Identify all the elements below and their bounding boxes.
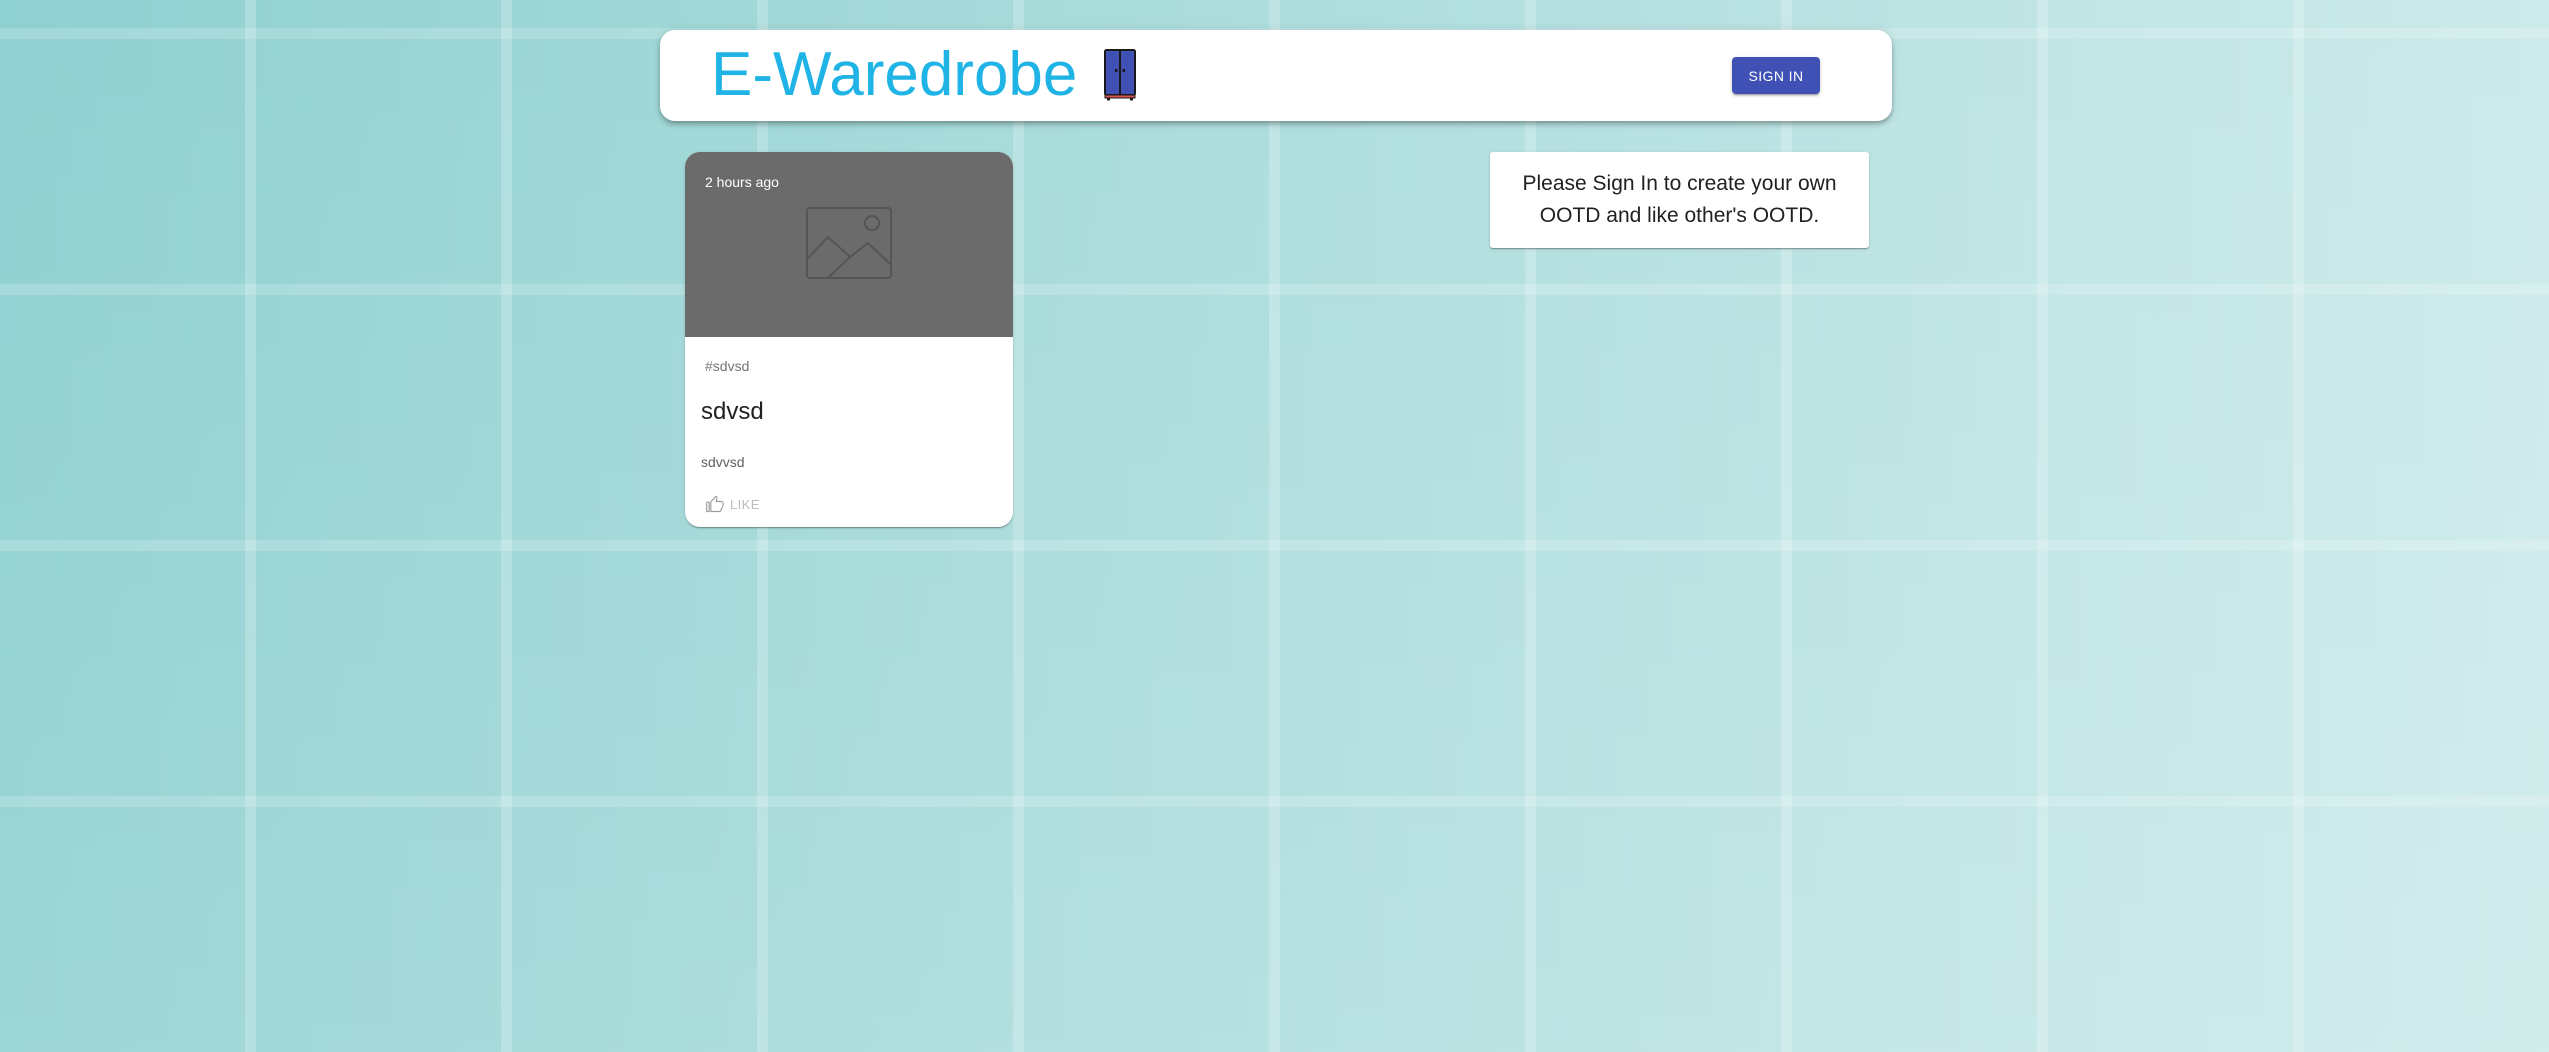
app-bar: E-Waredrobe SIGN IN bbox=[660, 30, 1892, 121]
app-title[interactable]: E-Waredrobe bbox=[711, 44, 1077, 106]
post-image[interactable]: 2 hours ago bbox=[685, 152, 1013, 337]
brand[interactable]: E-Waredrobe bbox=[711, 44, 1137, 106]
sign-in-prompt: Please Sign In to create your own OOTD a… bbox=[1490, 152, 1869, 248]
post-message: sdvvsd bbox=[701, 454, 745, 470]
sign-in-button[interactable]: SIGN IN bbox=[1732, 57, 1820, 94]
like-label: LIKE bbox=[730, 496, 760, 512]
image-placeholder-icon bbox=[806, 207, 892, 279]
sign-in-prompt-text: Please Sign In to create your own OOTD a… bbox=[1522, 172, 1837, 227]
post-card: 2 hours ago #sdvsd sdvsd sdvvsd LIKE bbox=[685, 152, 1013, 527]
post-time: 2 hours ago bbox=[705, 174, 779, 190]
wardrobe-icon bbox=[1104, 49, 1137, 101]
post-title: sdvsd bbox=[701, 398, 764, 425]
post-tags: #sdvsd bbox=[705, 358, 750, 374]
like-button[interactable]: LIKE bbox=[705, 491, 760, 517]
thumb-up-icon bbox=[706, 495, 724, 513]
